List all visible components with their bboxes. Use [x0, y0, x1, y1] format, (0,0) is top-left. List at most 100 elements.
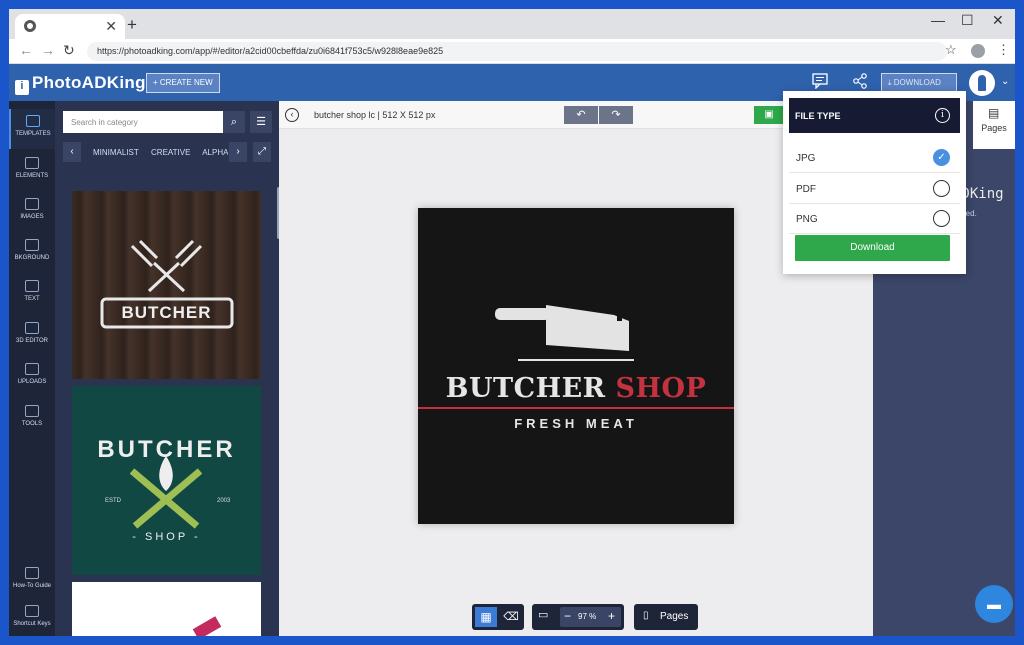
bookmark-star-icon[interactable]: ☆: [945, 42, 957, 58]
zoom-level: 97 %: [578, 612, 596, 621]
cleaver-icon: [418, 208, 734, 524]
back-circle-icon[interactable]: ‹: [285, 108, 299, 122]
text-icon: [25, 280, 39, 292]
knives-flame-icon: [72, 386, 261, 575]
redo-button[interactable]: ↷: [599, 106, 633, 124]
chrome-icon: [24, 20, 36, 32]
chat-icon[interactable]: ▬: [975, 585, 1013, 623]
cube-icon: [25, 322, 39, 334]
popup-title: FILE TYPE: [795, 111, 841, 121]
card-year: 2003: [217, 498, 230, 504]
popup-header: FILE TYPE i: [789, 98, 960, 133]
create-new-button[interactable]: + CREATE NEW: [146, 73, 220, 93]
zoom-control: − 97 % +: [560, 607, 621, 627]
browser-tab[interactable]: ✕: [15, 14, 125, 39]
template-card[interactable]: BUTCHER: [72, 191, 261, 379]
minimize-button[interactable]: —: [931, 12, 945, 28]
grid-view-icon[interactable]: ▦: [475, 607, 497, 627]
cleaver-logo-icon: [72, 191, 261, 379]
zoom-out-button[interactable]: −: [564, 609, 571, 623]
url-input[interactable]: https://photoadking.com/app/#/editor/a2c…: [87, 42, 947, 61]
eraser-icon[interactable]: ⌫: [500, 607, 522, 627]
forward-arrow-icon[interactable]: →: [41, 42, 55, 58]
chevron-down-icon[interactable]: ⌄: [1001, 76, 1009, 87]
rail-item-uploads[interactable]: UPLOADS: [9, 357, 55, 397]
rail-item-elements[interactable]: ELEMENTS: [9, 151, 55, 191]
rail-item-images[interactable]: IMAGES: [9, 192, 55, 232]
list-view-icon[interactable]: ☰: [250, 111, 272, 133]
download-button[interactable]: Download: [795, 235, 950, 261]
templates-panel: Search in category ⌕ ☰ ‹ MINIMALIST CREA…: [55, 101, 279, 636]
option-pdf[interactable]: PDF: [789, 174, 960, 204]
rail-item-3d-editor[interactable]: 3D EDITOR: [9, 316, 55, 356]
header-download-button[interactable]: ⤓ DOWNLOAD: [881, 73, 957, 93]
info-icon[interactable]: i: [935, 108, 950, 123]
card-estd: ESTD: [105, 498, 121, 504]
maximize-button[interactable]: ☐: [961, 12, 974, 29]
present-icon[interactable]: ▭: [538, 608, 548, 621]
browser-window: ✕ + — ☐ ✕ ← → ↻ https://photoadking.com/…: [9, 9, 1015, 636]
comment-icon[interactable]: [811, 73, 829, 91]
address-bar: ← → ↻ https://photoadking.com/app/#/edit…: [9, 39, 1015, 64]
upload-icon: [25, 363, 39, 375]
back-arrow-icon[interactable]: ←: [19, 42, 33, 58]
radio-icon[interactable]: [933, 210, 950, 227]
background-icon: [25, 239, 39, 251]
category-minimalist[interactable]: MINIMALIST: [93, 148, 139, 157]
close-window-button[interactable]: ✕: [992, 12, 1004, 29]
template-card[interactable]: [72, 582, 261, 636]
card-subtext: - SHOP -: [72, 531, 261, 543]
toolbox-icon: [25, 405, 39, 417]
chess-piece-icon: [978, 75, 986, 91]
keyboard-icon: [25, 605, 39, 617]
search-icon[interactable]: ⌕: [223, 111, 245, 133]
view-toggle-group: ▦ ⌫: [472, 604, 524, 630]
avatar[interactable]: [969, 70, 995, 96]
chevron-left-icon[interactable]: ‹: [63, 142, 81, 162]
chevron-right-icon[interactable]: ›: [229, 142, 247, 162]
zoom-group: ▭ − 97 % +: [532, 604, 624, 630]
card-shape: [193, 616, 222, 636]
zoom-in-button[interactable]: +: [608, 609, 615, 623]
question-icon: [25, 567, 39, 579]
page-icon: ▤: [988, 106, 999, 120]
undo-button[interactable]: ↶: [564, 106, 598, 124]
profile-icon[interactable]: [971, 44, 985, 58]
radio-icon[interactable]: [933, 180, 950, 197]
document-name: butcher shop lc | 512 X 512 px: [314, 110, 435, 120]
rail-item-how-to-guide[interactable]: How-To Guide: [9, 561, 55, 601]
rail-item-shortcut-keys[interactable]: Shortcut Keys: [9, 599, 55, 636]
elements-icon: [25, 157, 39, 169]
templates-icon: [26, 115, 40, 127]
reload-icon[interactable]: ↻: [63, 42, 75, 59]
radio-checked-icon[interactable]: ✓: [933, 149, 950, 166]
search-input[interactable]: Search in category: [63, 111, 223, 133]
share-icon[interactable]: [851, 73, 869, 91]
new-tab-button[interactable]: +: [127, 15, 137, 35]
template-card[interactable]: BUTCHER ESTD 2003 - SHOP -: [72, 386, 261, 575]
option-jpg[interactable]: JPG ✓: [789, 143, 960, 173]
file-type-popup: FILE TYPE i JPG ✓ PDF PNG Download: [783, 91, 966, 274]
page-icon: ▯: [643, 610, 649, 621]
tab-bar: ✕ + — ☐ ✕: [9, 9, 1015, 39]
logo[interactable]: iPhotoADKing: [15, 73, 146, 95]
rail-item-tools[interactable]: TOOLS: [9, 399, 55, 439]
rail-item-text[interactable]: TEXT: [9, 274, 55, 314]
left-rail: TEMPLATES ELEMENTS IMAGES BKGROUND TEXT …: [9, 101, 55, 636]
card-text: BUTCHER: [72, 303, 261, 323]
save-icon[interactable]: ▣: [754, 106, 784, 124]
design-canvas[interactable]: BUTCHER SHOP FRESH MEAT: [418, 208, 734, 524]
option-png[interactable]: PNG: [789, 204, 960, 234]
category-alphabet[interactable]: ALPHABET: [202, 148, 228, 157]
expand-icon[interactable]: ⤢: [253, 142, 271, 162]
browser-menu-icon[interactable]: ⋮: [997, 42, 1010, 58]
rail-item-background[interactable]: BKGROUND: [9, 233, 55, 273]
pages-button[interactable]: ▯ Pages: [634, 604, 698, 630]
logo-mark-icon: i: [15, 80, 29, 95]
tab-close-icon[interactable]: ✕: [105, 18, 117, 35]
rail-item-templates[interactable]: TEMPLATES: [9, 109, 55, 149]
design-subtitle[interactable]: FRESH MEAT: [418, 416, 734, 431]
tab-pages[interactable]: ▤ Pages: [973, 101, 1015, 149]
category-creative[interactable]: CREATIVE: [151, 148, 190, 157]
design-title[interactable]: BUTCHER SHOP: [418, 373, 734, 404]
